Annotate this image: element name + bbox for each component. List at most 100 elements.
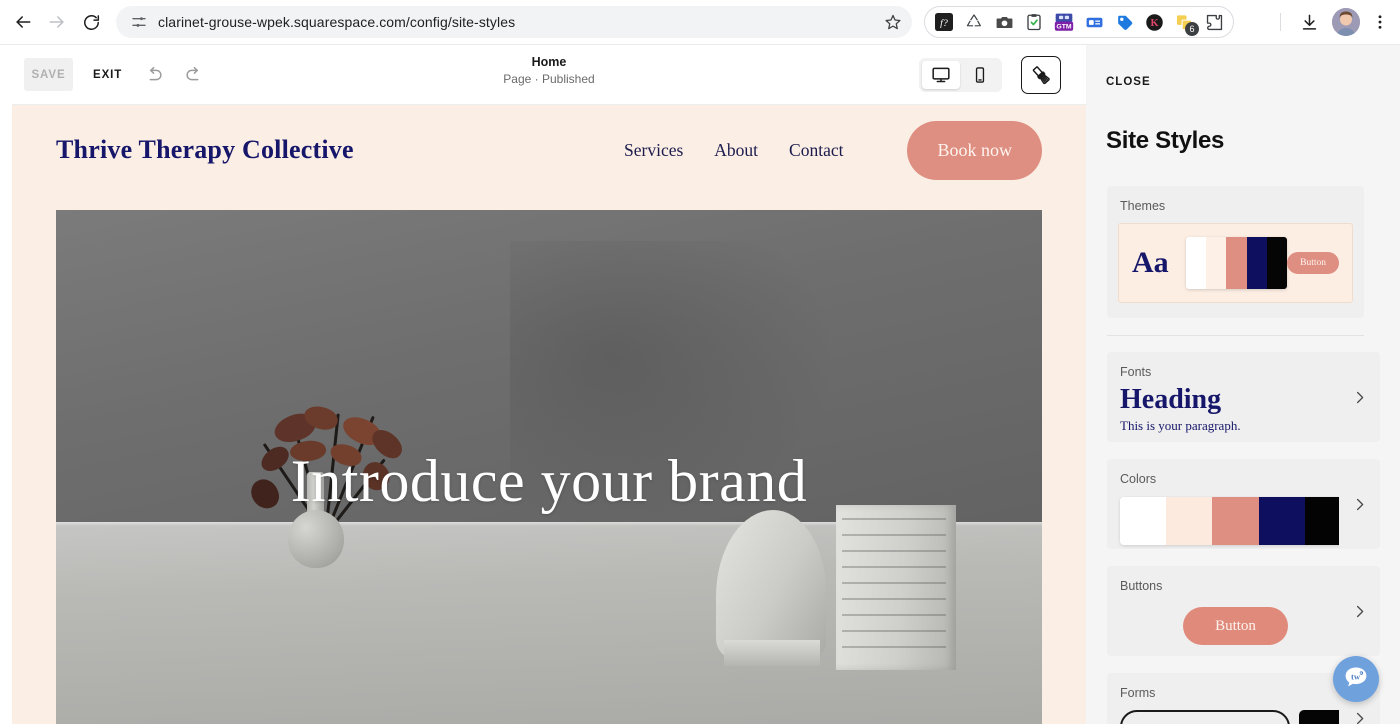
recycle-extension-icon[interactable]	[964, 12, 984, 32]
site-settings-button[interactable]	[128, 11, 150, 33]
site-styles-button[interactable]	[1021, 56, 1061, 94]
clipboard-check-glyph-icon	[1027, 14, 1041, 31]
color-swatch-2	[1166, 497, 1213, 545]
section-themes[interactable]: Themes Aa Button	[1107, 186, 1364, 318]
k-extension-icon[interactable]: K	[1144, 12, 1164, 32]
puzzle-extensions-icon[interactable]	[1204, 12, 1224, 32]
kebab-menu-icon	[1378, 15, 1382, 29]
hero-title[interactable]: Introduce your brand	[56, 447, 1042, 516]
site-preview[interactable]: Thrive Therapy Collective Services About…	[12, 105, 1086, 724]
function-glyph-icon: f?	[935, 13, 953, 31]
chat-widget-text: tw	[1351, 671, 1361, 681]
camera-extension-icon[interactable]	[994, 12, 1014, 32]
desktop-icon	[932, 67, 950, 83]
gtm-extension-icon[interactable]: GTM	[1054, 12, 1074, 32]
download-icon	[1302, 14, 1316, 30]
section-colors[interactable]: Colors	[1107, 459, 1364, 549]
back-arrow-icon	[16, 16, 31, 28]
buttons-chevron-button[interactable]	[1339, 566, 1380, 656]
redo-button[interactable]	[182, 63, 206, 87]
chevron-right-icon	[1356, 498, 1364, 510]
browser-nav-buttons	[0, 5, 108, 39]
star-icon	[885, 14, 901, 30]
notes-extension-badge: 6	[1185, 22, 1199, 36]
device-view-toggle	[919, 58, 1002, 92]
divider-themes	[1107, 335, 1364, 336]
profile-button[interactable]	[1332, 8, 1360, 36]
svg-text:GTM: GTM	[1056, 24, 1071, 31]
k-glyph-icon: K	[1145, 13, 1163, 31]
toolbar-divider	[1280, 13, 1281, 31]
theme-preview-card[interactable]: Aa Button	[1118, 223, 1353, 303]
reload-button[interactable]	[74, 5, 108, 39]
mobile-view-button[interactable]	[961, 61, 999, 89]
undo-button[interactable]	[142, 63, 166, 87]
photo-book-pages	[842, 510, 946, 665]
close-panel-button[interactable]: CLOSE	[1106, 76, 1151, 88]
chevron-right-icon	[1356, 391, 1364, 403]
theme-swatch-4	[1246, 237, 1267, 289]
tag-extension-icon[interactable]	[1114, 12, 1134, 32]
card-glyph-icon	[1086, 17, 1102, 27]
font-paragraph-sample: This is your paragraph.	[1120, 418, 1241, 434]
chat-widget-button[interactable]: tw	[1333, 656, 1379, 702]
site-nav: Services About Contact Book now	[624, 120, 1042, 180]
fonts-chevron-button[interactable]	[1339, 352, 1380, 442]
checklist-extension-icon[interactable]	[1024, 12, 1044, 32]
chevron-right-icon	[1356, 712, 1364, 724]
form-input-preview	[1120, 710, 1290, 724]
panel-title: Site Styles	[1106, 127, 1225, 154]
theme-swatch-5	[1266, 237, 1288, 289]
site-settings-icon	[132, 17, 146, 27]
forward-arrow-icon	[49, 16, 64, 28]
function-extension-icon[interactable]: f?	[934, 12, 954, 32]
hero-banner[interactable]: 12 3 6 9	[56, 210, 1042, 724]
tag-glyph-icon	[1117, 15, 1132, 30]
font-heading-sample: Heading	[1120, 384, 1222, 415]
svg-text:K: K	[1150, 18, 1158, 29]
section-forms[interactable]: Forms	[1107, 673, 1364, 724]
browser-toolbar: clarinet-grouse-wpek.squarespace.com/con…	[0, 0, 1400, 45]
nav-item-services[interactable]: Services	[624, 140, 683, 161]
editor-topbar: SAVE EXIT Home Page · Published	[12, 45, 1086, 105]
puzzle-glyph-icon	[1206, 14, 1222, 30]
blue-card-extension-icon[interactable]	[1084, 12, 1104, 32]
undo-icon	[149, 66, 162, 80]
svg-text:f?: f?	[940, 18, 948, 29]
redo-icon	[186, 66, 199, 80]
button-style-preview: Button	[1183, 607, 1288, 645]
section-fonts[interactable]: Fonts Heading This is your paragraph.	[1107, 352, 1364, 442]
back-button[interactable]	[6, 5, 40, 39]
chevron-right-icon	[1356, 605, 1364, 617]
button-preview-wrap: Button	[1107, 593, 1364, 645]
section-buttons[interactable]: Buttons Button	[1107, 566, 1364, 656]
color-swatch-4	[1258, 497, 1305, 545]
notes-extension-icon[interactable]: 6	[1174, 12, 1199, 36]
save-button[interactable]: SAVE	[24, 58, 73, 91]
gtm-glyph-icon: GTM	[1054, 13, 1074, 31]
site-logo[interactable]: Thrive Therapy Collective	[56, 135, 354, 165]
mobile-icon	[975, 67, 985, 83]
section-forms-label: Forms	[1120, 686, 1156, 700]
url-text[interactable]: clarinet-grouse-wpek.squarespace.com/con…	[158, 14, 898, 30]
chrome-menu-button[interactable]	[1366, 8, 1394, 36]
desktop-view-button[interactable]	[922, 61, 960, 89]
browser-right-controls	[1271, 5, 1400, 39]
colors-chevron-button[interactable]	[1339, 459, 1380, 549]
site-styles-panel: CLOSE Site Styles Themes Aa Button Fonts…	[1086, 45, 1400, 724]
book-now-button[interactable]: Book now	[907, 120, 1042, 180]
photo-vase	[288, 510, 344, 568]
downloads-button[interactable]	[1292, 5, 1326, 39]
exit-button[interactable]: EXIT	[87, 61, 128, 89]
reload-icon	[83, 14, 99, 30]
avatar-icon	[1332, 8, 1360, 36]
nav-item-contact[interactable]: Contact	[789, 140, 843, 161]
extensions-pill: f? GTM K 6	[924, 6, 1234, 38]
theme-font-sample: Aa	[1132, 246, 1169, 279]
colors-swatch-row	[1120, 497, 1351, 545]
forward-button[interactable]	[40, 5, 74, 39]
address-bar[interactable]: clarinet-grouse-wpek.squarespace.com/con…	[116, 6, 912, 38]
nav-item-about[interactable]: About	[714, 140, 758, 161]
site-header: Thrive Therapy Collective Services About…	[12, 105, 1086, 195]
bookmark-button[interactable]	[880, 9, 906, 35]
